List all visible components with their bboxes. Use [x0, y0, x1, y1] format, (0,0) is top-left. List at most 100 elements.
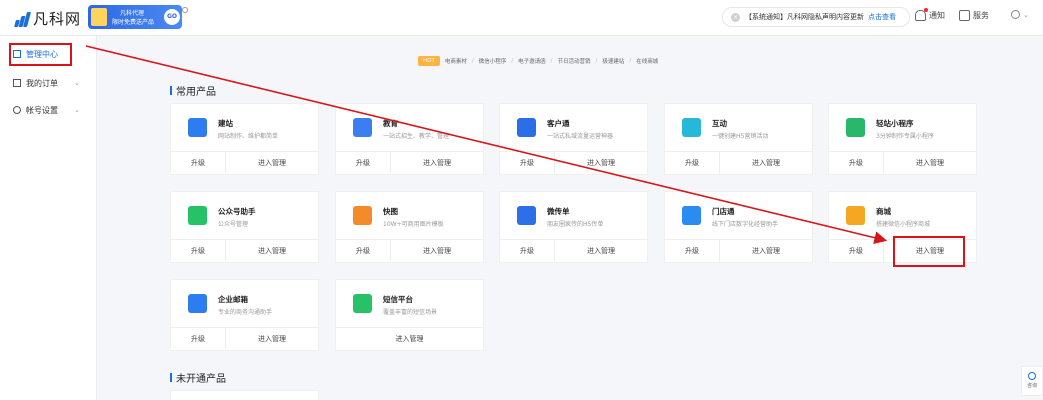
product-name: 轻站小程序 [876, 119, 914, 128]
card-footer: 进入管理 [336, 327, 483, 350]
tag-link[interactable]: 电商素材 [445, 57, 467, 65]
product-name: 微传单 [547, 207, 570, 216]
notice-link[interactable]: 点击查看 [868, 12, 896, 22]
product-name: 教育 [383, 119, 398, 128]
notify-button[interactable]: 通知 [915, 8, 945, 21]
enter-management-button[interactable]: 进入管理 [336, 328, 483, 350]
card-footer: 升级 进入管理 [500, 239, 647, 262]
sms-icon [353, 294, 372, 313]
enter-management-button[interactable]: 进入管理 [555, 152, 647, 174]
product-card: 微传单 朋友圈疯传的H5传单 升级 进入管理 [499, 191, 648, 263]
promo-go-button[interactable]: GO [164, 9, 180, 25]
sidebar-item-my-orders[interactable]: 我的订单 ⌄ [0, 70, 97, 96]
tag-link[interactable]: 在线商城 [636, 57, 658, 65]
upgrade-button[interactable]: 升级 [171, 240, 226, 262]
chevron-down-icon: ⌄ [74, 79, 80, 87]
upgrade-button[interactable]: 升级 [500, 240, 555, 262]
logo-mark-icon [14, 11, 32, 27]
product-card: 公众号助手公众号管理升级 进入管理 [170, 191, 319, 263]
card-footer: 升级 进入管理 [665, 151, 812, 174]
logo-text: 凡科网 [33, 10, 82, 28]
service-label: 服务 [973, 11, 989, 20]
product-name: 客户通 [547, 119, 570, 128]
consult-float-button[interactable]: 咨询 [1021, 366, 1043, 396]
chevron-down-icon: ⌄ [1023, 10, 1029, 19]
upgrade-button[interactable]: 升级 [171, 152, 226, 174]
section-title-unopened: 未开通产品 [170, 370, 226, 385]
service-button[interactable]: 服务 [959, 10, 989, 21]
user-menu[interactable]: ⌄ [1011, 10, 1029, 19]
promo-line2: 限时免费送产品 [112, 19, 155, 26]
promo-line1: 凡科代理 [120, 10, 145, 17]
tag-link[interactable]: 节日活动营销 [557, 57, 590, 65]
enter-management-button[interactable]: 进入管理 [391, 152, 483, 174]
notify-label: 通知 [929, 11, 945, 20]
enter-management-button[interactable]: 进入管理 [720, 152, 812, 174]
product-card: 轻站小程序 3分钟制作专属小程序 升级 进入管理 [828, 103, 977, 175]
enter-management-button[interactable]: 进入管理 [226, 152, 318, 174]
upgrade-button[interactable]: 升级 [829, 152, 884, 174]
chevron-down-icon: ⌄ [74, 106, 80, 114]
promo-close-icon[interactable] [182, 7, 188, 13]
product-card: 短信平台覆盖丰富的短信场景进入管理 [335, 279, 484, 351]
bell-icon [915, 8, 928, 21]
settings-icon [13, 106, 21, 114]
enter-management-button[interactable]: 进入管理 [884, 152, 976, 174]
product-name: 短信平台 [383, 295, 413, 304]
upgrade-button[interactable]: 升级 [665, 240, 720, 262]
mail-icon [188, 294, 207, 313]
hot-badge: HOT [418, 56, 440, 66]
tag-link[interactable]: 微信小程序 [479, 57, 507, 65]
product-card: 门店通 线下门店数字化经营助手 升级 进入管理 [664, 191, 813, 263]
shop-icon [846, 206, 865, 225]
consult-label: 咨询 [1026, 383, 1037, 389]
agent-promo-banner[interactable]: 凡科代理 限时免费送产品 GO [88, 5, 182, 29]
card-footer: 升级 进入管理 [171, 151, 318, 174]
upgrade-button[interactable]: 升级 [829, 240, 884, 262]
product-desc: 一站式私域流量运营神器 [547, 133, 614, 140]
system-notice[interactable]: × 【系统通知】凡科网隐私声明内容更新 点击查看 [722, 7, 910, 27]
product-name: 公众号助手 [218, 207, 256, 216]
card-footer: 升级 进入管理 [336, 151, 483, 174]
enter-management-button[interactable]: 进入管理 [391, 240, 483, 262]
product-name: 企业邮箱 [218, 295, 248, 304]
product-desc: 搭建微信小程序商城 [876, 221, 931, 228]
card-footer: 升级 进入管理 [500, 151, 647, 174]
highlight-box [9, 43, 72, 66]
notice-close-icon[interactable]: × [731, 12, 740, 22]
product-card: 教育 一站式招生、教学、管理 升级 进入管理 [335, 103, 484, 175]
enter-management-button[interactable]: 进入管理 [226, 328, 318, 350]
product-card: 互动 一键创建H5营销活动 升级 进入管理 [664, 103, 813, 175]
upgrade-button[interactable]: 升级 [500, 152, 555, 174]
customer-icon [517, 118, 536, 137]
logo[interactable]: 凡科网 [14, 8, 81, 29]
wechat-icon [188, 206, 207, 225]
education-icon [353, 118, 372, 137]
order-icon [13, 79, 21, 87]
product-card: 快图 10W+可商用图片模板 升级 进入管理 [335, 191, 484, 263]
promo-figure-icon [91, 8, 107, 26]
service-icon [959, 10, 970, 21]
upgrade-button[interactable]: 升级 [665, 152, 720, 174]
enter-management-button[interactable]: 进入管理 [555, 240, 647, 262]
sidebar: 管理中心 我的订单 ⌄ 帐号设置 ⌄ [0, 36, 97, 400]
tag-link[interactable]: 极速建站 [602, 57, 624, 65]
upgrade-button[interactable]: 升级 [336, 152, 391, 174]
sidebar-item-account-settings[interactable]: 帐号设置 ⌄ [0, 97, 97, 123]
product-desc: 公众号管理 [218, 221, 249, 228]
section-title-common: 常用产品 [170, 83, 216, 98]
product-name: 建站 [218, 119, 233, 128]
headset-icon [1028, 372, 1036, 380]
gift-icon [682, 118, 701, 137]
upgrade-button[interactable]: 升级 [171, 328, 226, 350]
tag-link[interactable]: 电子邀请函 [518, 57, 546, 65]
enter-management-button[interactable]: 进入管理 [226, 240, 318, 262]
product-name: 快图 [383, 207, 398, 216]
highlight-box [893, 236, 965, 267]
product-desc: 覆盖丰富的短信场景 [383, 309, 438, 316]
top-header: 凡科网 凡科代理 限时免费送产品 GO × 【系统通知】凡科网隐私声明内容更新 … [0, 0, 1043, 36]
store-icon [682, 206, 701, 225]
enter-management-button[interactable]: 进入管理 [720, 240, 812, 262]
product-card: 客户通一站式私域流量运营神器升级 进入管理 [499, 103, 648, 175]
upgrade-button[interactable]: 升级 [336, 240, 391, 262]
